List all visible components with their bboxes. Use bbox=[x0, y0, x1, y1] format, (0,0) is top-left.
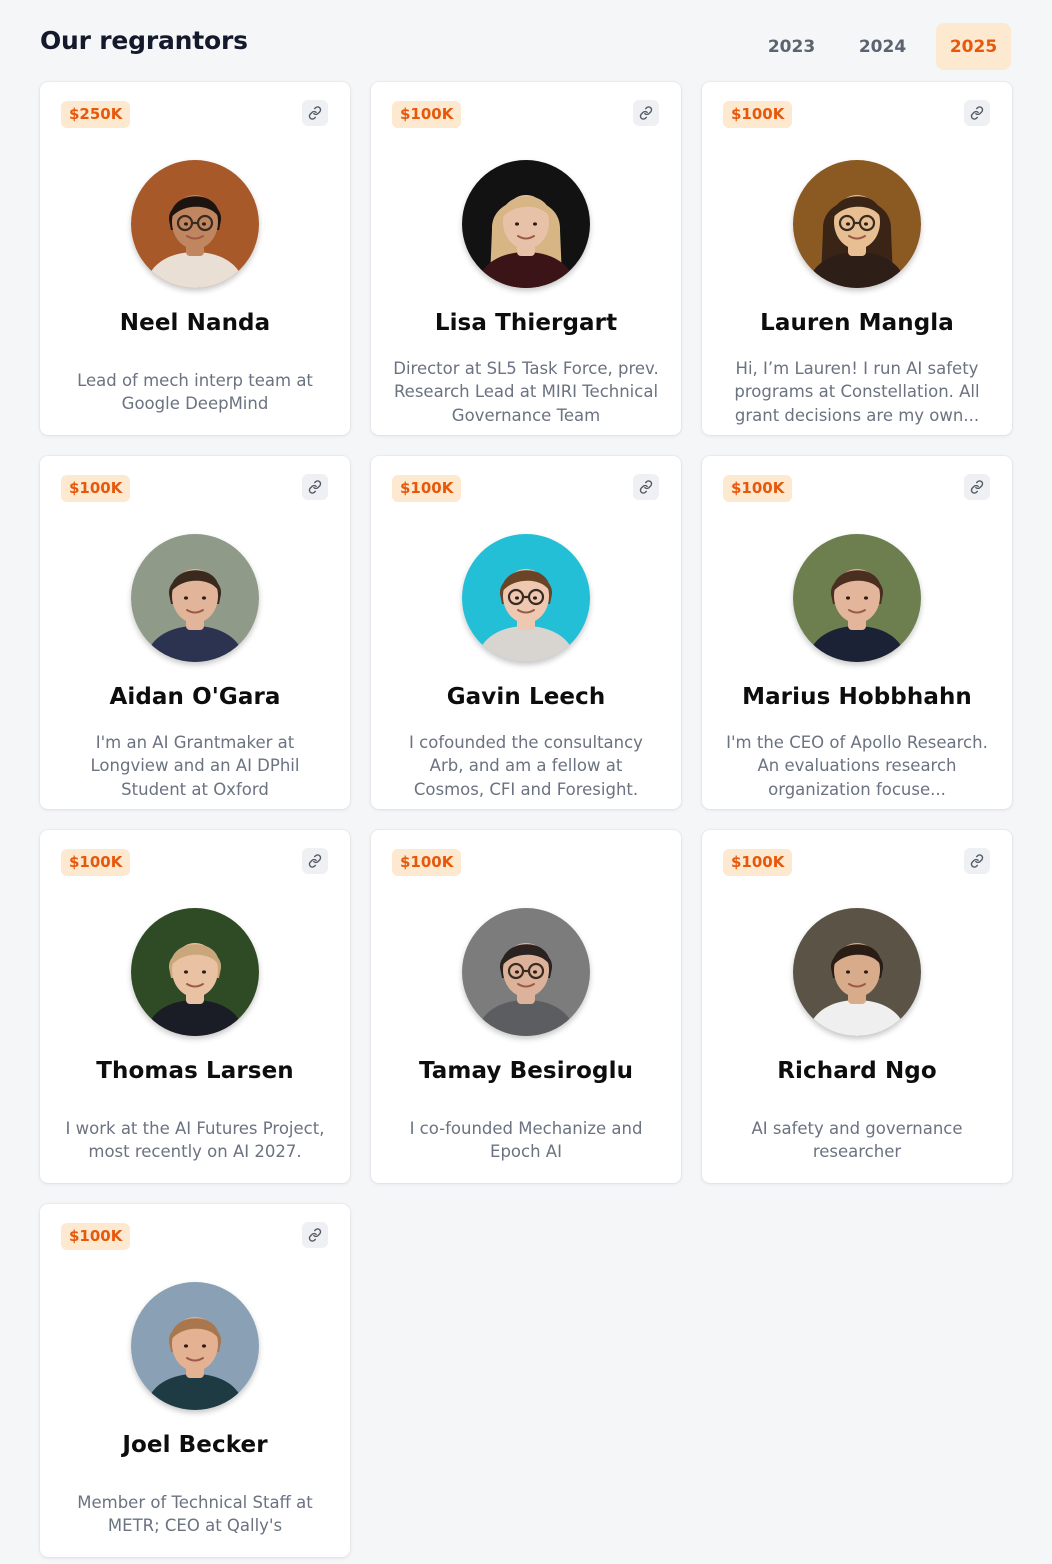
avatar bbox=[462, 160, 590, 288]
grant-amount-badge: $100K bbox=[392, 475, 462, 502]
regrantor-bio: AI safety and governance researcher bbox=[751, 1118, 963, 1162]
regrantor-bio: Director at SL5 Task Force, prev. Resear… bbox=[393, 358, 659, 425]
regrantor-card[interactable]: $100K Richard Ngo AI safety and governan… bbox=[702, 830, 1012, 1183]
avatar bbox=[131, 1282, 259, 1410]
regrantor-name: Aidan O'Gara bbox=[109, 684, 281, 710]
avatar bbox=[793, 534, 921, 662]
avatar bbox=[793, 160, 921, 288]
avatar bbox=[131, 534, 259, 662]
regrantor-card[interactable]: $100K Marius Hobbhahn I'm the CEO of Apo… bbox=[702, 456, 1012, 809]
regrantor-card[interactable]: $100K Tamay Besiroglu I co-founded Mecha… bbox=[371, 830, 681, 1183]
link-icon[interactable] bbox=[302, 1222, 328, 1248]
regrantor-name: Gavin Leech bbox=[446, 684, 606, 710]
grant-amount-badge: $100K bbox=[392, 101, 462, 128]
regrantor-bio: Hi, I’m Lauren! I run AI safety programs… bbox=[734, 358, 980, 425]
regrantor-card[interactable]: $100K Lisa Thiergart Director at SL5 Tas… bbox=[371, 82, 681, 435]
grant-amount-badge: $100K bbox=[61, 1223, 131, 1250]
grant-amount-badge: $100K bbox=[723, 849, 793, 876]
year-tabs: 2023 2024 2025 bbox=[754, 23, 1011, 70]
regrantor-card[interactable]: $100K Joel Becker Member of Technical St… bbox=[40, 1204, 350, 1557]
avatar bbox=[131, 160, 259, 288]
avatar bbox=[462, 908, 590, 1036]
regrantor-name: Lauren Mangla bbox=[760, 310, 954, 336]
avatar bbox=[462, 534, 590, 662]
link-icon[interactable] bbox=[302, 100, 328, 126]
grant-amount-badge: $100K bbox=[723, 475, 793, 502]
regrantor-card[interactable]: $100K Thomas Larsen I work at the AI Fut… bbox=[40, 830, 350, 1183]
avatar bbox=[793, 908, 921, 1036]
grant-amount-badge: $100K bbox=[723, 101, 793, 128]
tab-2023[interactable]: 2023 bbox=[754, 23, 829, 70]
regrantor-card[interactable]: $100K Aidan O'Gara I'm an AI Grantmaker … bbox=[40, 456, 350, 809]
regrantors-page: Our regrantors 2023 2024 2025 $250K Neel… bbox=[0, 0, 1052, 1564]
regrantor-bio: I cofounded the consultancy Arb, and am … bbox=[409, 732, 643, 799]
link-icon[interactable] bbox=[633, 100, 659, 126]
regrantor-bio: Lead of mech interp team at Google DeepM… bbox=[77, 370, 313, 414]
regrantor-name: Lisa Thiergart bbox=[434, 310, 618, 336]
regrantor-bio: Member of Technical Staff at METR; CEO a… bbox=[77, 1492, 313, 1536]
tab-2024[interactable]: 2024 bbox=[845, 23, 920, 70]
regrantor-name: Thomas Larsen bbox=[96, 1058, 294, 1084]
page-title: Our regrantors bbox=[40, 26, 248, 55]
link-icon[interactable] bbox=[964, 474, 990, 500]
regrantor-name: Tamay Besiroglu bbox=[418, 1058, 634, 1084]
regrantor-name: Marius Hobbhahn bbox=[742, 684, 972, 710]
regrantor-name: Richard Ngo bbox=[777, 1058, 937, 1084]
grant-amount-badge: $250K bbox=[61, 101, 131, 128]
avatar bbox=[131, 908, 259, 1036]
header: Our regrantors 2023 2024 2025 bbox=[40, 0, 1011, 82]
link-icon[interactable] bbox=[302, 474, 328, 500]
grant-amount-badge: $100K bbox=[61, 475, 131, 502]
regrantor-bio: I'm the CEO of Apollo Research. An evalu… bbox=[726, 732, 988, 799]
grant-amount-badge: $100K bbox=[61, 849, 131, 876]
regrantor-card[interactable]: $100K bbox=[702, 82, 1012, 435]
tab-2025[interactable]: 2025 bbox=[936, 23, 1011, 70]
link-icon[interactable] bbox=[964, 100, 990, 126]
regrantor-name: Joel Becker bbox=[122, 1432, 268, 1458]
regrantor-card[interactable]: $100K bbox=[371, 456, 681, 809]
regrantor-bio: I work at the AI Futures Project, most r… bbox=[65, 1118, 325, 1162]
link-icon[interactable] bbox=[964, 848, 990, 874]
regrantor-bio: I'm an AI Grantmaker at Longview and an … bbox=[90, 732, 300, 799]
regrantor-card[interactable]: $250K Neel Nanda Lead of mech interp tea… bbox=[40, 82, 350, 435]
grant-amount-badge: $100K bbox=[392, 849, 462, 876]
regrantor-grid: $250K Neel Nanda Lead of mech interp tea… bbox=[40, 82, 1012, 1557]
regrantor-bio: I co-founded Mechanize and Epoch AI bbox=[409, 1118, 643, 1162]
link-icon[interactable] bbox=[302, 848, 328, 874]
regrantor-name: Neel Nanda bbox=[119, 310, 271, 336]
link-icon[interactable] bbox=[633, 474, 659, 500]
